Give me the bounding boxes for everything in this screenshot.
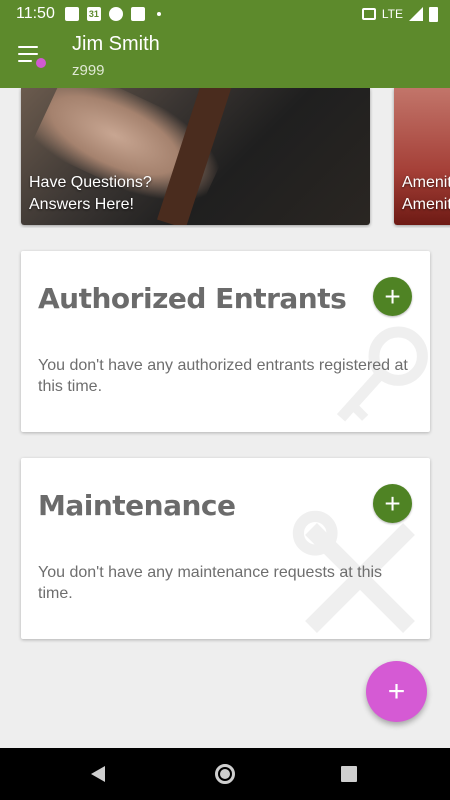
- user-id: z999: [72, 62, 105, 79]
- authorized-entrants-card: Authorized Entrants + You don't have any…: [21, 251, 430, 432]
- system-nav-bar: [0, 748, 450, 800]
- menu-badge: [36, 58, 46, 68]
- add-entrant-button[interactable]: +: [373, 277, 412, 316]
- promo-card-questions[interactable]: Have Questions? Answers Here!: [21, 88, 370, 225]
- signal-icon: [409, 7, 423, 21]
- section-title: Authorized Entrants: [38, 282, 347, 315]
- promo-caption: Have Questions? Answers Here!: [29, 174, 152, 213]
- gmail-icon: [130, 7, 145, 21]
- vibrate-icon: [361, 8, 376, 20]
- notification-icons: 31: [64, 7, 161, 21]
- plus-icon: +: [387, 674, 406, 708]
- back-icon[interactable]: [91, 766, 105, 782]
- settings-icon: [108, 7, 123, 21]
- app-bar: Jim Smith z999: [0, 28, 450, 88]
- empty-state-text: You don't have any authorized entrants r…: [38, 357, 408, 395]
- status-bar: 11:50 31 LTE: [0, 0, 450, 28]
- battery-icon: [429, 6, 438, 22]
- user-name: Jim Smith: [72, 33, 160, 55]
- promo-card-amenities[interactable]: Amenities Amenities: [394, 88, 450, 225]
- recents-icon[interactable]: [341, 766, 357, 782]
- promo-caption: Amenities Amenities: [402, 174, 450, 213]
- more-notifications-dot: [156, 12, 161, 16]
- promo-carousel[interactable]: Have Questions? Answers Here! Amenities …: [0, 88, 450, 228]
- image-icon: [64, 7, 79, 21]
- plus-icon: +: [384, 487, 401, 519]
- network-type: LTE: [381, 7, 403, 21]
- add-maintenance-button[interactable]: +: [373, 484, 412, 523]
- menu-icon: [18, 46, 38, 48]
- status-time: 11:50: [16, 5, 55, 22]
- section-title: Maintenance: [38, 489, 236, 522]
- menu-button[interactable]: [18, 46, 46, 70]
- home-icon[interactable]: [215, 764, 235, 784]
- maintenance-card: Maintenance + You don't have any mainten…: [21, 458, 430, 639]
- plus-icon: +: [384, 280, 401, 312]
- empty-state-text: You don't have any maintenance requests …: [38, 564, 383, 602]
- floating-add-button[interactable]: +: [366, 661, 427, 722]
- calendar-icon: 31: [86, 7, 101, 21]
